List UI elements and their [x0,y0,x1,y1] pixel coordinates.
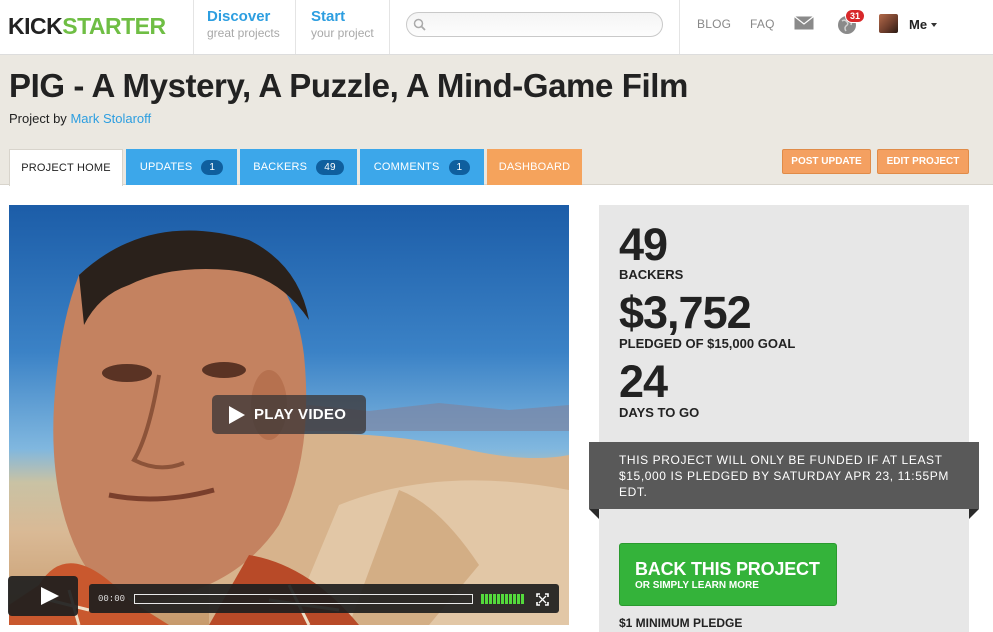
chevron-down-icon[interactable] [931,23,937,27]
nav-divider [389,0,390,54]
nav-divider [193,0,194,54]
post-update-button[interactable]: POST UPDATE [782,149,871,174]
nav-discover-link[interactable]: Discover great projects [207,8,280,41]
backers-count: 49 [619,219,668,270]
minimum-pledge: $1 MINIMUM PLEDGE [619,616,743,630]
nav-divider [295,0,296,54]
byline-prefix: Project by [9,111,67,126]
nav-start-subtitle: your project [311,26,374,40]
video-time: 00:00 [98,594,126,604]
search-icon [413,18,426,31]
pledged-amount: $3,752 [619,287,752,338]
tab-label: COMMENTS [373,161,440,173]
tab-backers[interactable]: BACKERS 49 [240,149,357,185]
video-progress-bar[interactable] [134,594,473,604]
back-button-title: BACK THIS PROJECT [635,559,820,579]
days-to-go-count: 24 [619,356,668,407]
video-play-button[interactable] [8,576,78,616]
tab-project-home[interactable]: PROJECT HOME [9,149,123,186]
funding-notice: THIS PROJECT WILL ONLY BE FUNDED IF AT L… [589,442,979,509]
project-header: PIG - A Mystery, A Puzzle, A Mind-Game F… [0,55,993,186]
faq-link[interactable]: FAQ [750,17,775,31]
play-icon [41,587,59,605]
play-icon [229,405,245,424]
tab-comments[interactable]: COMMENTS 1 [360,149,484,185]
days-to-go-label: DAYS TO GO [619,405,700,420]
tab-label: BACKERS [253,161,308,173]
avatar[interactable] [879,14,898,33]
page-title: PIG - A Mystery, A Puzzle, A Mind-Game F… [9,67,688,104]
tab-label: PROJECT HOME [21,162,111,174]
back-this-project-button[interactable]: BACK THIS PROJECT OR SIMPLY LEARN MORE [619,543,837,606]
mail-icon[interactable] [794,16,814,30]
tab-dashboard[interactable]: DASHBOARD [487,149,582,185]
kickstarter-logo[interactable]: KICKSTARTER [8,13,166,40]
fullscreen-icon[interactable] [536,593,549,606]
project-byline: Project by Mark Stolaroff [9,111,151,126]
play-video-label: PLAY VIDEO [254,406,347,423]
play-video-button[interactable]: PLAY VIDEO [212,395,366,434]
nav-discover-subtitle: great projects [207,26,280,40]
nav-discover-title: Discover [207,8,271,25]
nav-divider [679,0,680,54]
count-badge: 49 [316,159,344,175]
blog-link[interactable]: BLOG [697,17,731,31]
edit-project-button[interactable]: EDIT PROJECT [877,149,969,174]
nav-start-link[interactable]: Start your project [311,8,374,41]
top-nav: KICKSTARTER Discover great projects Star… [0,0,993,55]
backers-label: BACKERS [619,267,684,282]
search-box[interactable] [406,12,663,37]
user-menu-label[interactable]: Me [909,17,927,32]
count-badge: 1 [448,159,471,175]
pledged-label: PLEDGED OF $15,000 GOAL [619,336,796,351]
video-player[interactable]: PLAY VIDEO [9,205,569,625]
tab-updates[interactable]: UPDATES 1 [126,149,237,185]
count-badge: 1 [201,159,224,175]
tab-label: UPDATES [139,161,193,173]
ribbon-fold [589,509,599,519]
nav-start-title: Start [311,8,346,25]
search-input[interactable] [431,16,656,33]
volume-meter[interactable] [481,594,524,604]
creator-link[interactable]: Mark Stolaroff [70,111,151,126]
ribbon-fold [969,509,979,519]
back-button-subtitle: OR SIMPLY LEARN MORE [635,580,759,591]
notification-badge: 31 [845,9,866,23]
tab-label: DASHBOARD [498,161,571,173]
